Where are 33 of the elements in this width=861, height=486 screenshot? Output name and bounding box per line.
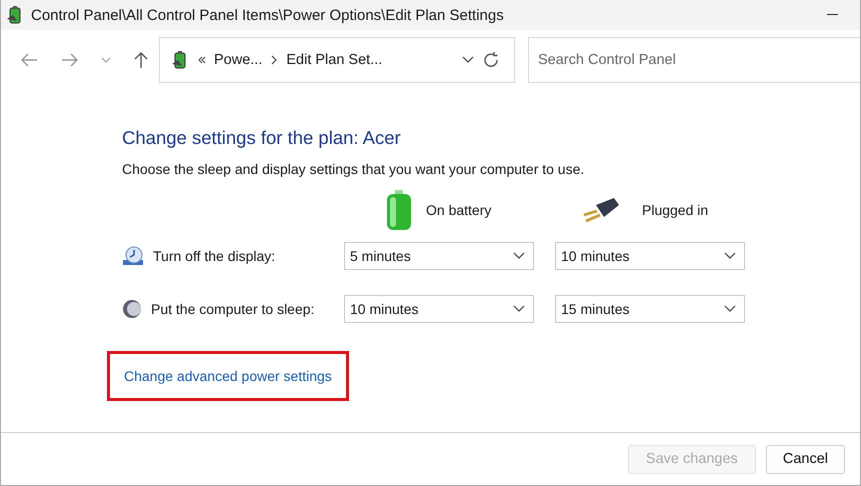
moon-icon: [122, 299, 142, 319]
dropdown[interactable]: 5 minutes: [344, 242, 534, 270]
button[interactable]: Cancel: [766, 444, 845, 474]
minimize-icon[interactable]: [827, 14, 838, 16]
chevron-down-icon: [513, 252, 525, 260]
setting-label: Turn off the display:: [153, 248, 276, 264]
dropdown[interactable]: 10 minutes: [555, 242, 745, 270]
chevron-down-icon: [724, 252, 736, 260]
dropdown[interactable]: 15 minutes: [555, 295, 745, 323]
chevron-right-icon: [270, 55, 278, 65]
address-dropdown-icon[interactable]: [462, 56, 474, 64]
chevron-down-icon[interactable]: [101, 56, 112, 64]
dropdown[interactable]: 10 minutes: [344, 295, 534, 323]
breadcrumb[interactable]: Powe...: [214, 52, 262, 68]
plug-icon: [582, 197, 620, 223]
battery-icon: [384, 189, 414, 231]
clock-monitor-icon: [122, 246, 144, 266]
setting-label: Put the computer to sleep:: [151, 301, 314, 317]
up-arrow-icon[interactable]: [134, 51, 148, 69]
forward-icon[interactable]: [60, 53, 79, 67]
column-header: Plugged in: [642, 202, 708, 218]
back-icon[interactable]: [20, 53, 38, 67]
refresh-icon[interactable]: [482, 51, 500, 69]
chevron-down-icon: [724, 305, 736, 313]
chevron-down-icon: [513, 305, 525, 313]
page-heading: Change settings for the plan: Acer: [122, 127, 402, 149]
double-chevron-icon[interactable]: [198, 56, 206, 64]
window-title: Control Panel\All Control Panel Items\Power Options\Edit Plan Settings: [31, 6, 505, 24]
column-header: On battery: [426, 202, 492, 218]
breadcrumb[interactable]: Edit Plan Set...: [286, 52, 382, 68]
search-field[interactable]: Search Control Panel: [528, 37, 860, 83]
description: Choose the sleep and display settings that you want your computer to use.: [122, 161, 586, 177]
advanced-settings-link[interactable]: Change advanced power settings: [124, 368, 332, 384]
